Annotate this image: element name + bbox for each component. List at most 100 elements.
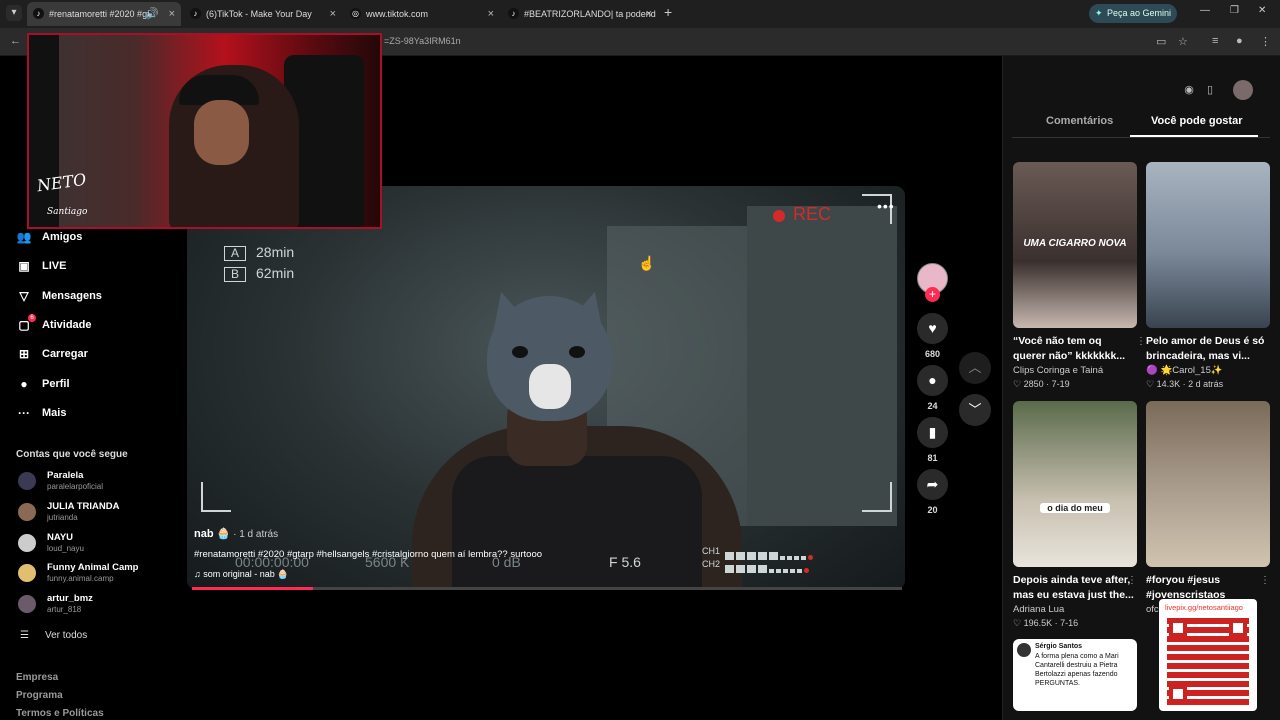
account-name: Paralela [47,470,84,481]
share-arrow-icon: ➦ [926,476,939,492]
url-text[interactable]: =ZS-98Ya3IRM61n [384,36,461,46]
like-count: 680 [924,349,941,359]
gemini-sparkle-icon: ✦ [1095,8,1103,18]
channel-2-label: CH2 [702,559,721,569]
close-tab-icon[interactable]: × [646,2,652,26]
heart-icon: ♥ [928,320,937,336]
card-more-icon[interactable]: ⋮ [1127,575,1137,586]
following-item[interactable]: artur_bmz artur_818 [18,593,148,621]
activity-badge: 6 [28,314,36,322]
tab-suggested[interactable]: Você pode gostar [1151,115,1242,127]
upload-icon: ⊞ [18,347,30,361]
close-tab-icon[interactable]: × [488,2,494,26]
footer-link-program[interactable]: Programa [16,690,63,701]
follow-plus-icon[interactable]: + [925,287,940,302]
video-player[interactable]: REC ••• A B 28min 62min 00:00:00:00 5600… [187,186,905,590]
cat-mask-eye [512,346,528,358]
suggested-video-card[interactable]: Sérgio Santos A forma plena como a Mari … [1013,639,1137,711]
tab-title: (6)TikTok - Make Your Day [206,9,312,19]
timer-b-value: 62min [256,265,295,281]
messages-icon: ▽ [19,289,29,303]
timer-a-value: 28min [256,244,295,260]
compass-icon[interactable]: ◉ [1179,80,1199,100]
previous-video-button[interactable]: ︿ [959,352,991,384]
reading-list-icon[interactable]: ≡ [1212,35,1218,47]
next-video-button[interactable]: ﹀ [959,394,991,426]
qr-finder [1169,619,1187,637]
video-scene [747,206,897,526]
streamer-webcam: NETO Santiago [27,33,382,229]
footer-link-terms[interactable]: Termos e Políticas [16,708,104,719]
tab-comments[interactable]: Comentários [1046,115,1113,127]
following-section-title: Contas que você segue [16,449,128,460]
nav-label: Mais [42,407,67,419]
audio-meter-ch2 [725,560,835,573]
following-item[interactable]: Funny Animal Camp funny.animal.camp [18,562,148,590]
following-item[interactable]: Paralela paralelarpoficial [18,470,148,498]
nav-label: Atividade [42,319,92,331]
author-name[interactable]: nab 🧁 [194,528,230,540]
maximize-icon[interactable]: ❐ [1230,5,1239,16]
like-button[interactable]: ♥ [917,313,948,344]
comment-count: 24 [927,401,938,411]
card-stats: ♡ 2850 · 7-19 [1013,379,1070,389]
post-age: · 1 d atrás [230,529,279,540]
phone-icon[interactable]: ▯ [1200,80,1220,100]
new-tab-icon[interactable]: + [664,4,672,20]
browser-tab[interactable]: ♪ #renatamoretti #2020 #gta 🔊 × [27,2,181,26]
browser-tab[interactable]: ♪ #BEATRIZORLANDO| ta podend × [502,2,658,26]
account-handle: loud_nayu [47,544,84,553]
nav-label: Perfil [42,378,70,390]
profile-avatar-icon[interactable]: ● [1236,35,1243,47]
following-item[interactable]: JULIA TRIANDA jutrianda [18,501,148,529]
chevron-up-icon: ︿ [968,360,982,375]
more-options-icon[interactable]: ••• [877,198,895,214]
tab-title: #BEATRIZORLANDO| ta podend [524,9,656,19]
list-icon: ☰ [20,630,29,641]
tab-divider [1012,137,1270,138]
see-all-link[interactable]: ☰ Ver todos [20,630,87,641]
card-more-icon[interactable]: ⋮ [1260,575,1270,586]
chevron-down-icon: ﹀ [968,402,982,417]
browser-tab[interactable]: ◎ www.tiktok.com × [344,2,500,26]
nav-label: Carregar [42,348,88,360]
bookmark-star-icon[interactable]: ☆ [1178,35,1188,48]
video-sound-link[interactable]: ♫ som original - nab 🧁 [194,569,289,580]
friends-icon: 👥 [16,230,32,244]
browser-menu-icon[interactable]: ⋮ [1260,35,1271,48]
share-count: 20 [927,505,938,515]
account-handle: artur_818 [47,605,82,614]
browser-tab[interactable]: ♪ (6)TikTok - Make Your Day × [184,2,342,26]
close-window-icon[interactable]: ✕ [1258,5,1266,16]
account-name: Funny Animal Camp [47,562,139,573]
comment-button[interactable]: ● [917,365,948,396]
card-author: ofc [1146,604,1159,615]
streamer-logo-signature: Santiago [47,207,88,217]
video-caption: #renatamoretti #2020 #gtarp #hellsangels… [194,549,543,560]
cast-icon[interactable]: ▭ [1156,35,1166,48]
gemini-button[interactable]: ✦ Peça ao Gemini [1089,4,1177,23]
tab-title: www.tiktok.com [366,9,429,19]
avatar [18,564,36,582]
video-progress-bar[interactable] [192,587,902,590]
tab-search-icon[interactable]: ▾ [6,5,22,21]
video-thumbnail [1146,162,1270,328]
following-item[interactable]: NAYU loud_nayu [18,532,148,560]
webcam-face [194,100,249,165]
avatar [18,534,36,552]
save-button[interactable]: ▮ [917,417,948,448]
video-author[interactable]: nab 🧁 · 1 d atrás [194,527,278,540]
back-icon[interactable]: ← [10,35,21,47]
audio-icon[interactable]: 🔊 [145,2,159,26]
minimize-icon[interactable]: — [1200,5,1210,16]
footer-link-company[interactable]: Empresa [16,672,58,683]
close-tab-icon[interactable]: × [169,2,175,26]
share-button[interactable]: ➦ [917,469,948,500]
close-tab-icon[interactable]: × [330,2,336,26]
user-avatar[interactable] [1233,80,1253,100]
timer-a-box: A [224,246,246,261]
nav-label: Amigos [42,231,83,243]
card-more-icon[interactable]: ⋮ [1136,336,1146,347]
rec-label: REC [793,204,832,224]
aperture: F 5.6 [609,554,641,570]
